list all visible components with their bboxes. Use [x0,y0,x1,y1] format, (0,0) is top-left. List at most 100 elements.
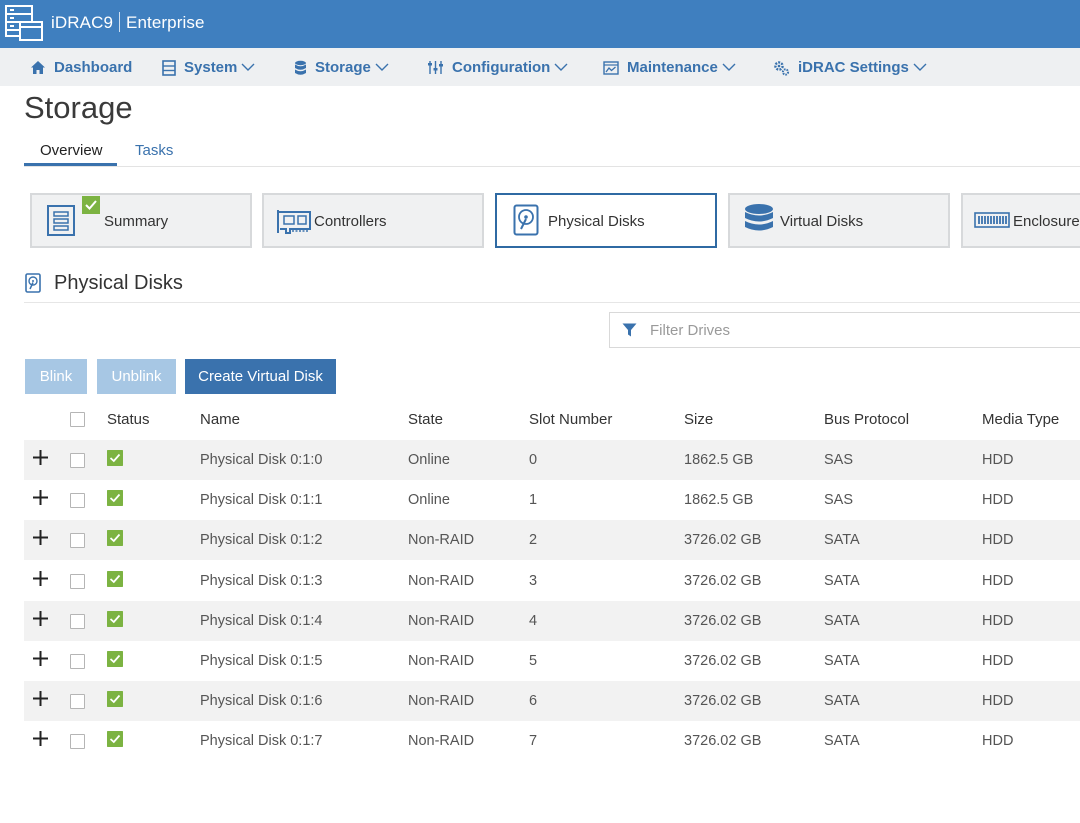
row-checkbox[interactable] [70,613,85,629]
enclosure-icon [974,212,1010,228]
table-row[interactable]: Physical Disk 0:1:3 Non-RAID 3 3726.02 GB SA… [24,561,1080,601]
blink-button[interactable]: Blink [25,359,87,394]
disk-state: Online [408,492,450,509]
table-row[interactable]: Physical Disk 0:1:2 Non-RAID 2 3726.02 GB SA… [24,520,1080,561]
section-title: Physical Disks [54,272,183,294]
main-nav: Dashboard System Storage Configuration M… [0,48,1080,86]
nav-idrac-settings[interactable]: iDRAC Settings [773,59,927,76]
nav-dashboard[interactable]: Dashboard [30,59,132,76]
disk-name[interactable]: Physical Disk 0:1:2 [200,532,323,548]
check-icon [107,530,123,547]
disk-media-type: HDD [982,452,1014,468]
col-state[interactable]: State [408,411,443,428]
table-row[interactable]: Physical Disk 0:1:4 Non-RAID 4 3726.02 GB SA… [24,600,1080,641]
filter-drives-box[interactable] [609,312,1080,348]
col-bus-protocol[interactable]: Bus Protocol [824,411,909,428]
server-icon [162,59,176,76]
nav-configuration[interactable]: Configuration [427,59,568,76]
plus-icon[interactable] [33,691,48,707]
plus-icon[interactable] [33,651,48,666]
tab-overview[interactable]: Overview [40,142,103,159]
disk-bus-protocol: SATA [824,653,860,669]
disk-bus-protocol: SATA [824,693,860,710]
table-row[interactable]: Physical Disk 0:1:0 Online 0 1862.5 GB SAS HD… [24,440,1080,480]
card-controllers-label: Controllers [314,213,387,230]
app-title: iDRAC9 Enterprise [51,12,205,33]
chevron-down-icon [913,63,927,71]
row-checkbox[interactable] [70,453,85,468]
row-checkbox[interactable] [70,533,85,549]
disk-name[interactable]: Physical Disk 0:1:6 [200,693,323,709]
nav-dashboard-label: Dashboard [54,59,133,76]
title-separator [119,12,121,32]
row-checkbox[interactable] [70,493,85,509]
plus-icon[interactable] [33,570,48,586]
col-name[interactable]: Name [200,411,240,428]
disk-size: 1862.5 GB [684,452,754,468]
unblink-button[interactable]: Unblink [97,359,176,394]
disk-slot: 5 [529,653,538,669]
disk-state: Online [408,452,450,468]
plus-icon[interactable] [33,731,48,747]
gears-icon [774,60,790,76]
table-row[interactable]: Physical Disk 0:1:6 Non-RAID 6 3726.02 GB SA… [24,681,1080,722]
controller-card-icon [277,210,311,234]
nav-maintenance[interactable]: Maintenance [603,59,736,76]
card-virtual-disks[interactable]: Virtual Disks [728,193,950,248]
disk-state: Non-RAID [408,532,475,549]
nav-storage[interactable]: Storage [294,59,389,76]
disk-slot: 0 [529,452,538,468]
disk-name[interactable]: Physical Disk 0:1:3 [200,573,323,589]
filter-drives-input[interactable] [650,322,1050,339]
col-media-type[interactable]: Media Type [982,411,1059,428]
disk-state: Non-RAID [408,733,475,750]
check-icon [107,490,123,507]
plus-icon[interactable] [33,450,48,465]
disk-name[interactable]: Physical Disk 0:1:0 [200,452,323,468]
check-icon [82,196,100,214]
disk-name[interactable]: Physical Disk 0:1:5 [200,653,323,669]
card-virtual-disks-label: Virtual Disks [780,213,864,230]
disk-state: Non-RAID [408,612,475,629]
row-checkbox[interactable] [70,654,85,669]
disk-slot: 4 [529,612,538,629]
table-row[interactable]: Physical Disk 0:1:1 Online 1 1862.5 GB SAS HD… [24,480,1080,520]
disk-size: 1862.5 GB [684,492,754,509]
chart-window-icon [603,60,619,75]
card-enclosures[interactable]: Enclosure [961,193,1080,248]
plus-icon[interactable] [33,490,48,506]
row-checkbox[interactable] [70,734,85,750]
plus-icon[interactable] [33,530,48,546]
table-row[interactable]: Physical Disk 0:1:7 Non-RAID 7 3726.02 GB SA… [24,721,1080,761]
disk-media-type: HDD [982,492,1014,509]
table-row[interactable]: Physical Disk 0:1:5 Non-RAID 5 3726.02 GB SA… [24,641,1080,681]
nav-system[interactable]: System [162,59,255,76]
col-slot-number[interactable]: Slot Number [529,411,612,428]
create-virtual-disk-button[interactable]: Create Virtual Disk [185,359,336,394]
check-icon [107,691,123,708]
col-status[interactable]: Status [107,411,150,428]
select-all-checkbox[interactable] [70,412,85,427]
disk-bus-protocol: SATA [824,532,860,549]
col-size[interactable]: Size [684,411,713,428]
disk-name[interactable]: Physical Disk 0:1:4 [200,613,323,629]
card-controllers[interactable]: Controllers [262,193,484,248]
disk-state: Non-RAID [408,693,475,710]
disk-size: 3726.02 GB [684,653,762,669]
plus-icon[interactable] [33,610,48,626]
row-checkbox[interactable] [70,573,85,589]
funnel-icon [622,323,637,337]
database-icon [745,204,773,231]
nav-system-label: System [184,59,238,76]
card-physical-disks[interactable]: Physical Disks [495,193,717,248]
disk-name[interactable]: Physical Disk 0:1:7 [200,733,323,749]
card-summary[interactable]: Summary [30,193,252,248]
disk-state: Non-RAID [408,572,475,589]
section-divider [24,302,1080,303]
disk-size: 3726.02 GB [684,693,762,710]
tab-tasks[interactable]: Tasks [135,142,173,159]
row-checkbox[interactable] [70,694,85,710]
nav-idrac-settings-label: iDRAC Settings [798,59,909,76]
summary-server-icon [47,205,75,236]
disk-name[interactable]: Physical Disk 0:1:1 [200,492,323,508]
